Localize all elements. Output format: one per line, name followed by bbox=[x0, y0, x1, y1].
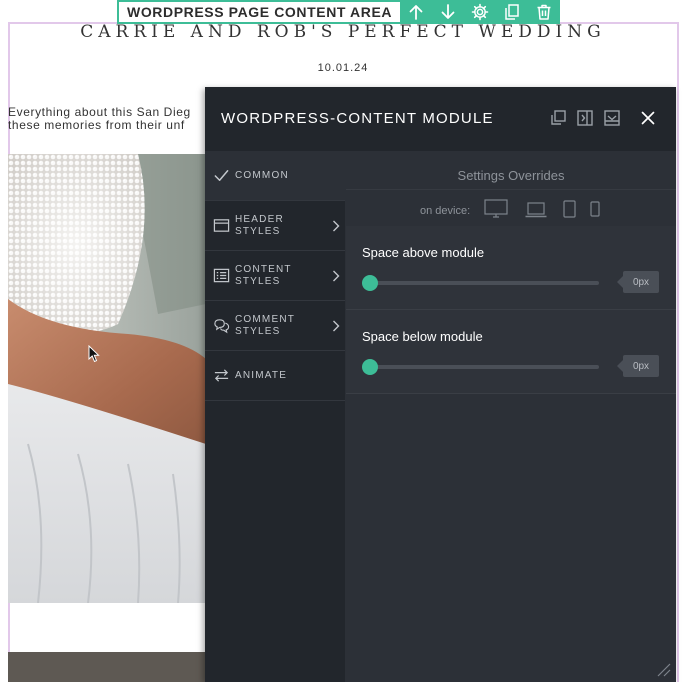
settings-side-nav: COMMON HEADER STYLES CONTENT STYLES COMM… bbox=[205, 151, 345, 682]
element-toolbar-label[interactable]: WORDPRESS PAGE CONTENT AREA bbox=[119, 2, 401, 22]
page-date: 10.01.24 bbox=[317, 62, 369, 74]
gear-icon bbox=[471, 3, 489, 21]
nav-label: COMMENT STYLES bbox=[235, 313, 295, 337]
duplicate-button[interactable] bbox=[496, 0, 528, 24]
nav-item-content-styles[interactable]: CONTENT STYLES bbox=[205, 251, 345, 301]
close-button[interactable] bbox=[638, 108, 658, 128]
copy-icon bbox=[551, 110, 566, 125]
chevron-right-icon bbox=[331, 319, 341, 333]
laptop-icon[interactable] bbox=[525, 202, 547, 218]
dock-right-button[interactable] bbox=[575, 108, 595, 128]
panel-title: WORDPRESS-CONTENT MODULE bbox=[221, 110, 494, 127]
window-icon bbox=[212, 217, 230, 235]
checkmark-icon bbox=[212, 167, 230, 185]
space-below-slider-track[interactable] bbox=[368, 365, 599, 369]
nav-label: CONTENT STYLES bbox=[235, 263, 292, 287]
arrow-down-icon bbox=[441, 4, 455, 19]
arrow-up-icon bbox=[409, 5, 423, 20]
nav-item-animate[interactable]: ANIMATE bbox=[205, 351, 345, 401]
save-button[interactable] bbox=[602, 108, 622, 128]
chat-bubbles-icon bbox=[212, 317, 230, 335]
chevron-right-icon bbox=[331, 219, 341, 233]
setting-label: Space below module bbox=[362, 329, 483, 344]
setting-space-above: Space above module 0px bbox=[346, 226, 676, 310]
resize-handle-icon[interactable] bbox=[655, 661, 671, 677]
close-icon bbox=[641, 111, 655, 125]
nav-label: ANIMATE bbox=[235, 369, 288, 381]
move-down-button[interactable] bbox=[432, 0, 464, 24]
phone-icon[interactable] bbox=[590, 201, 600, 217]
space-below-value[interactable]: 0px bbox=[617, 355, 659, 377]
move-up-button[interactable] bbox=[400, 0, 432, 24]
device-selector: on device: bbox=[346, 190, 676, 226]
nav-label: HEADER STYLES bbox=[235, 213, 284, 237]
settings-overrides-title: Settings Overrides bbox=[457, 168, 565, 183]
nav-label: COMMON bbox=[235, 169, 289, 181]
page-title: CARRIE AND ROB'S PERFECT WEDDING bbox=[80, 22, 606, 42]
settings-button[interactable] bbox=[464, 0, 496, 24]
space-above-slider-handle[interactable] bbox=[362, 275, 378, 291]
nav-item-common[interactable]: COMMON bbox=[205, 151, 345, 201]
trash-icon bbox=[537, 4, 551, 20]
device-label: on device: bbox=[420, 205, 471, 217]
setting-space-below: Space below module 0px bbox=[346, 310, 676, 394]
page-intro-text: Everything about this San Dieg these mem… bbox=[8, 106, 208, 132]
save-icon bbox=[604, 110, 620, 126]
nav-item-comment-styles[interactable]: COMMENT STYLES bbox=[205, 301, 345, 351]
element-toolbar: WORDPRESS PAGE CONTENT AREA bbox=[117, 0, 561, 24]
delete-button[interactable] bbox=[528, 0, 560, 24]
duplicate-icon bbox=[505, 4, 519, 20]
second-photo-edge bbox=[8, 652, 206, 682]
tablet-icon[interactable] bbox=[563, 200, 576, 218]
swap-arrows-icon bbox=[212, 367, 230, 385]
dock-right-icon bbox=[577, 110, 593, 126]
space-below-slider-handle[interactable] bbox=[362, 359, 378, 375]
space-above-value[interactable]: 0px bbox=[617, 271, 659, 293]
module-settings-panel: WORDPRESS-CONTENT MODULE COMMON HEADER S… bbox=[205, 87, 676, 682]
nav-item-header-styles[interactable]: HEADER STYLES bbox=[205, 201, 345, 251]
wedding-photo bbox=[8, 154, 206, 603]
settings-content: Settings Overrides on device: Space abov… bbox=[346, 151, 676, 682]
space-above-slider-track[interactable] bbox=[368, 281, 599, 285]
chevron-right-icon bbox=[331, 269, 341, 283]
copy-button[interactable] bbox=[548, 108, 568, 128]
panel-header[interactable]: WORDPRESS-CONTENT MODULE bbox=[205, 87, 676, 151]
mouse-cursor-icon bbox=[88, 345, 100, 363]
setting-label: Space above module bbox=[362, 245, 485, 260]
intro-line-2: these memories from their unf bbox=[8, 118, 185, 132]
list-icon bbox=[212, 267, 230, 285]
desktop-icon[interactable] bbox=[484, 199, 508, 219]
